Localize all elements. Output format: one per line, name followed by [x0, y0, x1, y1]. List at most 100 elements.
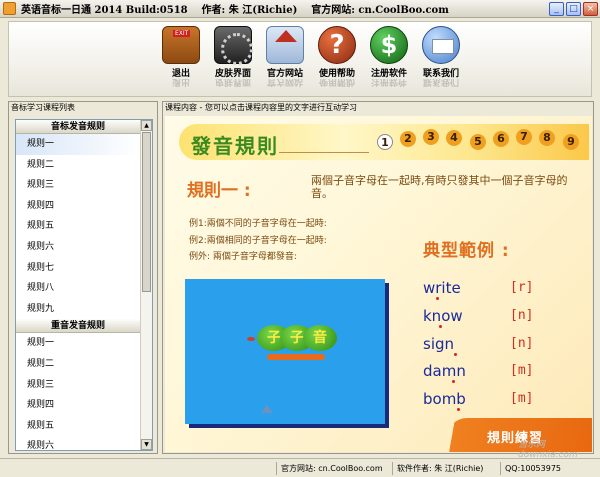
example-word-damn[interactable]: damn — [423, 362, 466, 380]
watermark: 当乐网 downxia.com — [518, 440, 578, 460]
list-item[interactable]: 规则四 — [16, 196, 140, 217]
film-reel-icon — [214, 26, 253, 65]
example-word-know[interactable]: know — [423, 307, 463, 325]
lesson-content: 發音規則 1 2 3 4 5 6 7 8 9 規則一 : 兩個子音字母在一起時,… — [165, 116, 592, 452]
scroll-thumb[interactable] — [142, 132, 151, 292]
help-label-reflection: 使用帮助 — [318, 79, 355, 86]
app-icon — [3, 2, 16, 15]
exit-label-reflection: 退出 — [171, 79, 190, 86]
help-icon: ? — [318, 26, 356, 64]
exit-label: 退出 — [171, 69, 190, 79]
exit-door-icon — [162, 26, 200, 64]
lesson-title: 發音規則 — [191, 134, 279, 158]
list-item[interactable]: 规则六 — [16, 237, 140, 258]
skin-label: 皮肤界面 — [214, 69, 251, 79]
contact-label-reflection: 联系我们 — [422, 79, 459, 86]
scroll-up-arrow-icon[interactable]: ▲ — [141, 120, 152, 131]
website-label: 官方网站 — [266, 69, 303, 79]
list-item[interactable]: 规则三 — [16, 375, 140, 396]
status-author: 软件作者: 朱 江(Richie) — [392, 462, 498, 475]
lesson-number-3[interactable]: 3 — [423, 129, 439, 145]
status-qq: QQ:10053975 — [500, 462, 598, 475]
website-button[interactable]: 官方网站 官方网站 — [261, 26, 309, 89]
toolbar: 退出 退出 皮肤界面 皮肤界面 官方网站 官方网站 ? 使用帮助 使用帮助 $ … — [8, 21, 592, 97]
rule-description[interactable]: 兩個子音字母在一起時,有時只發其中一個子音字母的音。 — [311, 174, 573, 200]
skin-button[interactable]: 皮肤界面 皮肤界面 — [209, 26, 257, 89]
window-title: 英语音标一日通 2014 Build:0518 作者: 朱 江(Richie) … — [21, 5, 449, 16]
course-list: 音标发音规则 规则一 规则二 规则三 规则四 规则五 规则六 规则七 规则八 规… — [15, 119, 153, 451]
contact-button[interactable]: 联系我们 联系我们 — [417, 26, 465, 89]
list-item[interactable]: 规则六 — [16, 436, 140, 450]
list-item[interactable]: 规则一 — [16, 333, 140, 354]
lesson-number-6[interactable]: 6 — [493, 131, 509, 147]
stress-dot — [454, 353, 457, 356]
list-item[interactable]: 规则二 — [16, 354, 140, 375]
stress-dot — [439, 325, 442, 328]
register-label-reflection: 注册软件 — [370, 79, 407, 86]
ipa-write[interactable]: [r] — [510, 280, 533, 295]
minimize-button[interactable]: _ — [549, 2, 564, 16]
stress-dot — [457, 408, 460, 411]
lesson-content-panel: 课程内容 - 您可以点击课程内容里的文字进行互动学习 發音規則 1 2 3 4 … — [162, 101, 594, 454]
title-bar: 英语音标一日通 2014 Build:0518 作者: 朱 江(Richie) … — [0, 0, 600, 18]
home-icon — [266, 26, 304, 64]
skin-label-reflection: 皮肤界面 — [214, 79, 251, 86]
typical-examples-heading: 典型範例 : — [423, 241, 510, 261]
group-header-stress[interactable]: 重音发音规则 — [16, 319, 140, 334]
animation-feet — [267, 354, 325, 360]
ipa-bomb[interactable]: [m] — [510, 391, 533, 406]
lesson-number-2[interactable]: 2 — [400, 131, 416, 147]
lesson-content-title: 课程内容 - 您可以点击课程内容里的文字进行互动学习 — [165, 103, 357, 112]
example-exception[interactable]: 例外: 兩個子音字母都發音: — [189, 249, 297, 262]
register-label: 注册软件 — [370, 69, 407, 79]
ipa-sign[interactable]: [n] — [510, 336, 533, 351]
list-item[interactable]: 规则一 — [16, 134, 140, 155]
contact-label: 联系我们 — [422, 69, 459, 79]
ipa-damn[interactable]: [m] — [510, 363, 533, 378]
maximize-button[interactable]: □ — [566, 2, 581, 16]
group-header-pronunciation[interactable]: 音标发音规则 — [16, 120, 140, 134]
list-item[interactable]: 规则五 — [16, 216, 140, 237]
pronunciation-animation[interactable]: 子 子 音 — [185, 279, 385, 424]
rule-heading[interactable]: 規則一 : — [187, 176, 251, 201]
example-1[interactable]: 例1:兩個不同的子音字母在一起時: — [189, 216, 327, 229]
lesson-number-7[interactable]: 7 — [516, 129, 532, 145]
scroll-down-arrow-icon[interactable]: ▼ — [141, 439, 152, 450]
list-item[interactable]: 规则五 — [16, 416, 140, 437]
example-word-sign[interactable]: sign — [423, 335, 454, 353]
exit-button[interactable]: 退出 退出 — [157, 26, 205, 89]
lesson-header-band: 發音規則 1 2 3 4 5 6 7 8 9 — [179, 124, 589, 160]
list-item[interactable]: 规则四 — [16, 395, 140, 416]
header-divider — [279, 152, 369, 153]
window-controls: _ □ × — [549, 2, 598, 16]
example-2[interactable]: 例2:兩個相同的子音字母在一起時: — [189, 233, 327, 246]
dollar-icon: $ — [370, 26, 408, 64]
close-button[interactable]: × — [583, 2, 598, 16]
lesson-number-9[interactable]: 9 — [563, 134, 579, 150]
list-item[interactable]: 规则八 — [16, 278, 140, 299]
course-list-panel: 音标学习课程列表 音标发音规则 规则一 规则二 规则三 规则四 规则五 规则六 … — [8, 101, 158, 454]
lips-icon — [247, 337, 255, 341]
stress-dot — [452, 380, 455, 383]
up-arrow-icon — [261, 405, 273, 413]
list-item[interactable]: 规则九 — [16, 299, 140, 320]
list-item[interactable]: 规则三 — [16, 175, 140, 196]
list-item[interactable]: 规则七 — [16, 258, 140, 279]
help-button[interactable]: ? 使用帮助 使用帮助 — [313, 26, 361, 89]
lesson-number-5[interactable]: 5 — [470, 134, 486, 150]
website-label-reflection: 官方网站 — [266, 79, 303, 86]
animation-char-3: 音 — [303, 325, 337, 351]
lesson-number-4[interactable]: 4 — [446, 130, 462, 146]
lesson-number-1[interactable]: 1 — [377, 134, 393, 150]
help-label: 使用帮助 — [318, 69, 355, 79]
example-word-write[interactable]: write — [423, 279, 461, 297]
register-button[interactable]: $ 注册软件 注册软件 — [365, 26, 413, 89]
list-scrollbar[interactable]: ▲ ▼ — [140, 120, 152, 450]
ipa-know[interactable]: [n] — [510, 308, 533, 323]
status-website: 官方网站: cn.CoolBoo.com — [276, 462, 390, 475]
lesson-number-8[interactable]: 8 — [539, 130, 555, 146]
list-item[interactable]: 规则二 — [16, 155, 140, 176]
example-word-bomb[interactable]: bomb — [423, 390, 466, 408]
globe-mail-icon — [422, 26, 460, 64]
course-list-title: 音标学习课程列表 — [11, 103, 75, 112]
